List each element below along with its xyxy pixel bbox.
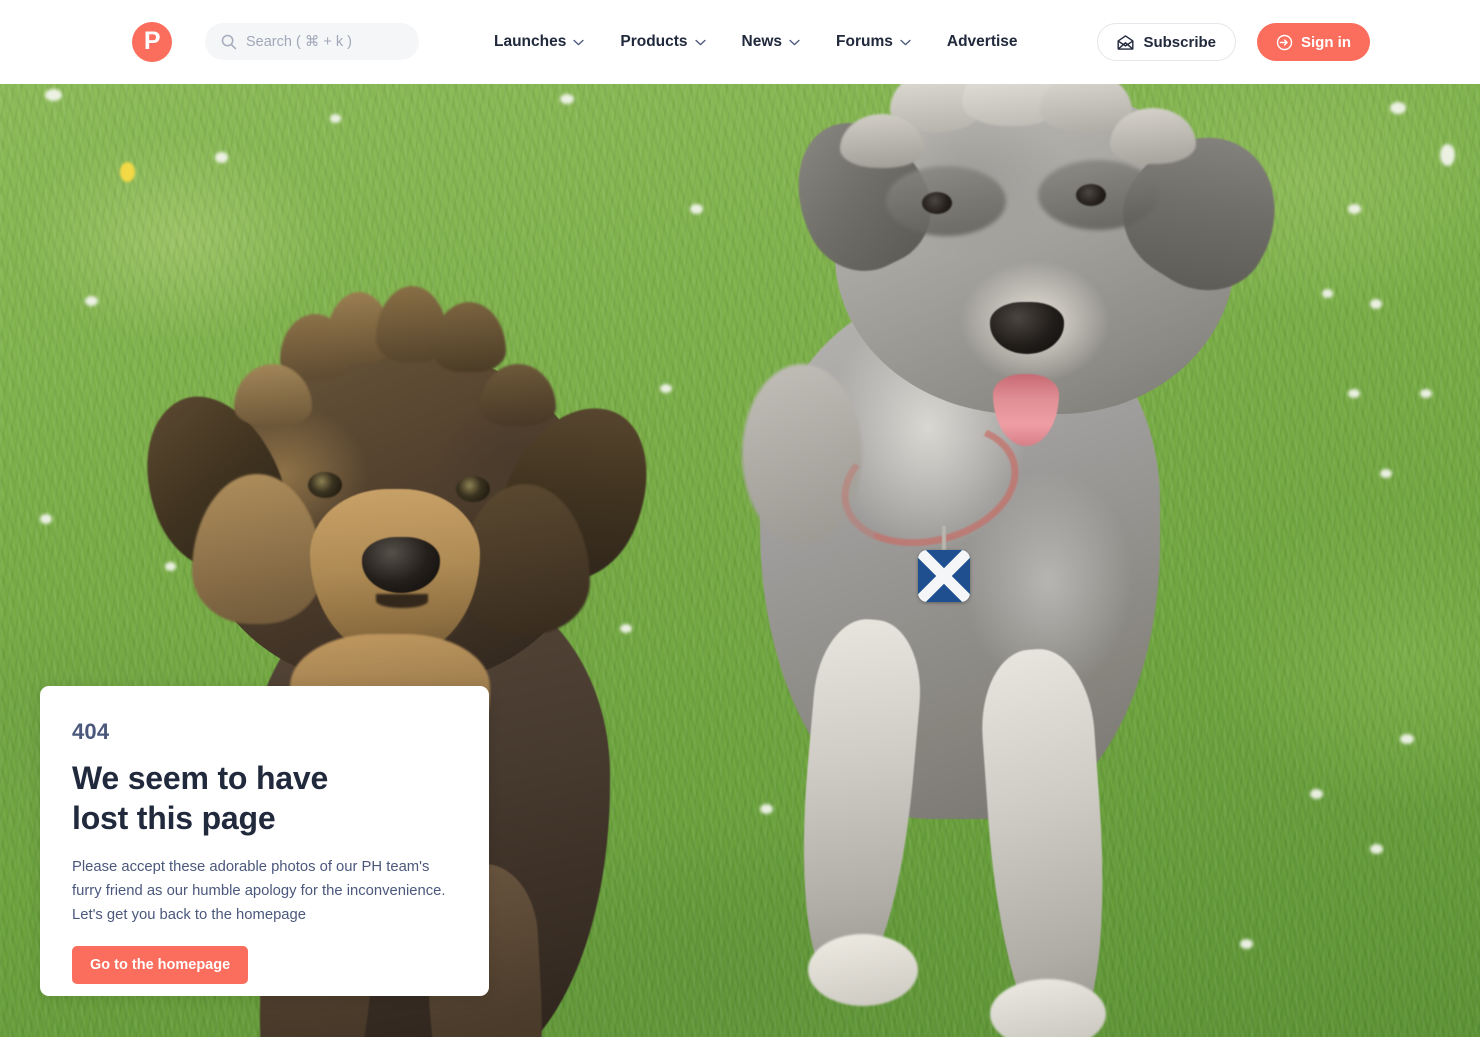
nav-label: News xyxy=(741,33,783,50)
nav-item-news[interactable]: News xyxy=(742,33,801,51)
nav-label: Forums xyxy=(836,33,893,50)
daisy-flower xyxy=(1400,734,1414,744)
nav-label: Launches xyxy=(494,33,567,50)
login-arrow-circle-icon xyxy=(1276,34,1293,50)
grey-schnauzer-dog xyxy=(690,84,1350,1037)
envelope-open-icon xyxy=(1117,34,1134,50)
daisy-flower xyxy=(45,89,62,101)
daisy-flower xyxy=(40,514,52,524)
daisy-flower xyxy=(1390,102,1406,114)
buttercup-flower xyxy=(120,162,135,182)
dog-eye-left xyxy=(308,472,342,498)
daisy-flower xyxy=(215,152,228,163)
daisy-flower xyxy=(1380,469,1392,478)
chevron-down-icon xyxy=(789,39,800,45)
dog-eye-left xyxy=(922,192,952,214)
daisy-flower xyxy=(85,296,98,306)
error-title: We seem to have lost this page xyxy=(72,760,329,836)
daisy-flower xyxy=(330,114,341,123)
sign-in-label: Sign in xyxy=(1301,33,1351,51)
main-nav: Launches Products News Forums Advertise xyxy=(494,0,1018,84)
nav-item-advertise[interactable]: Advertise xyxy=(947,33,1018,51)
nav-item-products[interactable]: Products xyxy=(620,33,706,51)
error-code: 404 xyxy=(72,719,110,744)
search-placeholder: Search ( ⌘ + k ) xyxy=(246,33,352,50)
sign-in-button[interactable]: Sign in xyxy=(1257,23,1370,61)
scotland-saltire-flag-tag xyxy=(918,550,970,602)
site-header: P Search ( ⌘ + k ) Launches Products New… xyxy=(0,0,1480,84)
daisy-flower xyxy=(1370,844,1383,854)
nav-label: Advertise xyxy=(946,33,1018,50)
dog-mouth xyxy=(376,594,428,608)
daisy-flower xyxy=(560,94,574,104)
error-404-card: 404 We seem to have lost this page Pleas… xyxy=(40,686,489,996)
dog-hind-leg xyxy=(742,364,862,544)
nav-item-forums[interactable]: Forums xyxy=(836,33,911,51)
error-description: Please accept these adorable photos of o… xyxy=(72,859,446,923)
subscribe-button[interactable]: Subscribe xyxy=(1097,23,1236,61)
chevron-down-icon xyxy=(573,39,585,45)
chevron-down-icon xyxy=(694,39,706,45)
daisy-flower xyxy=(1440,144,1455,166)
search-icon xyxy=(221,34,237,49)
dog-eye-right xyxy=(456,476,490,502)
logo-letter: P xyxy=(143,26,161,55)
search-input[interactable]: Search ( ⌘ + k ) xyxy=(205,23,419,60)
nav-item-launches[interactable]: Launches xyxy=(494,33,585,51)
product-hunt-logo-icon[interactable]: P xyxy=(132,22,172,62)
daisy-flower xyxy=(1370,299,1382,309)
nav-label: Products xyxy=(620,33,688,50)
dog-eye-right xyxy=(1076,184,1106,206)
subscribe-label: Subscribe xyxy=(1143,33,1216,51)
daisy-flower xyxy=(1420,389,1432,398)
chevron-down-icon xyxy=(900,39,911,45)
go-to-homepage-button[interactable]: Go to the homepage xyxy=(72,946,249,984)
dog-paw-left xyxy=(808,934,918,1006)
